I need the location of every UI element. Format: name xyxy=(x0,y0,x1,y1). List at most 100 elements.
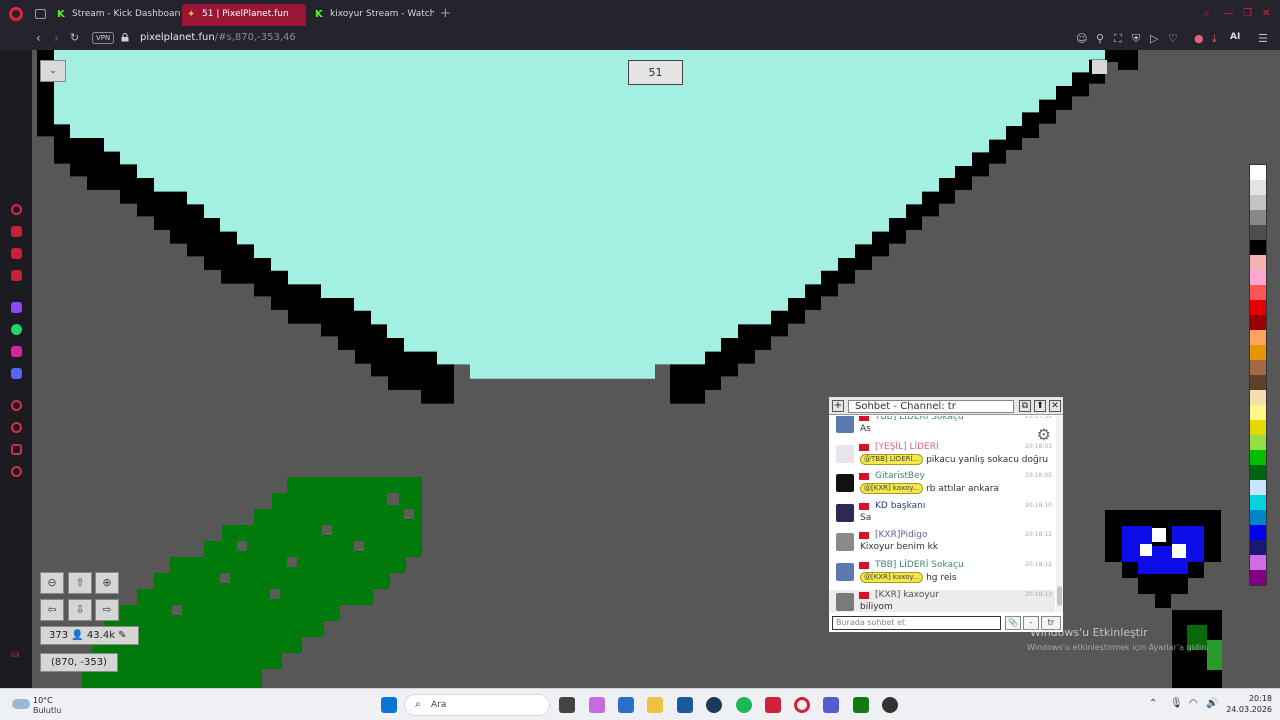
palette-swatch[interactable] xyxy=(1250,255,1266,270)
chat-username[interactable]: GitaristBey xyxy=(875,471,925,481)
tab-kick-dashboard[interactable]: K Stream - Kick Dashboard xyxy=(52,4,180,26)
reload-icon[interactable]: ↻ xyxy=(70,31,79,44)
palette-swatch[interactable] xyxy=(1250,375,1266,390)
aria-icon[interactable] xyxy=(11,204,22,215)
emoji-icon[interactable]: ☺ xyxy=(1076,32,1087,45)
palette-swatch[interactable] xyxy=(1250,465,1266,480)
palette-swatch[interactable] xyxy=(1250,510,1266,525)
chat-username[interactable]: TBB] LİDERİ Sokaçu xyxy=(875,560,964,570)
tray-expand-icon[interactable]: ⌃ xyxy=(1149,698,1157,709)
palette-swatch[interactable] xyxy=(1250,540,1266,555)
outlook-icon[interactable] xyxy=(618,697,634,713)
history-icon[interactable] xyxy=(11,422,22,433)
menu-icon[interactable]: ☰ xyxy=(1258,32,1268,45)
chat-username[interactable]: [KXR] kaxoyur xyxy=(875,590,939,600)
move-down-button[interactable]: ⇩ xyxy=(68,599,92,621)
play-icon[interactable]: ▷ xyxy=(1150,32,1158,45)
chat-message-list[interactable]: TBB] LİDERİ Sokaçu 20:17:59 As [YEŞİL] LİDE… xyxy=(829,416,1055,612)
palette-swatch[interactable] xyxy=(1250,450,1266,465)
gx-icon[interactable] xyxy=(11,270,22,281)
shield-icon[interactable]: ⛨ xyxy=(1132,32,1140,46)
workspaces-icon[interactable] xyxy=(35,9,46,19)
steam-icon[interactable] xyxy=(706,697,722,713)
account-icon[interactable]: ● xyxy=(1194,32,1204,45)
app-icon[interactable] xyxy=(882,697,898,713)
search-tabs-icon[interactable]: ⌕ xyxy=(1204,8,1210,19)
attach-icon[interactable]: 📎 xyxy=(1005,616,1021,630)
chat-input[interactable]: Burada sohbet et xyxy=(832,616,1001,630)
chat-message[interactable]: [KXR] kaxoyur 20:18:13 biliyom xyxy=(829,589,1055,612)
maximize-chat-button[interactable]: ⬆ xyxy=(1034,400,1046,412)
new-tab-button[interactable]: + xyxy=(440,6,451,21)
palette-swatch[interactable] xyxy=(1250,300,1266,315)
player-icon[interactable] xyxy=(11,400,22,411)
zoom-in-button[interactable]: ⊕ xyxy=(95,572,119,594)
aria-ai-button[interactable]: AI xyxy=(1230,32,1240,42)
chat-message[interactable]: [YEŞİL] LİDERİ 20:18:03 @TBB] LİDERİ... pi… xyxy=(829,442,1055,472)
file-explorer-icon[interactable] xyxy=(647,697,663,713)
palette-swatch[interactable] xyxy=(1250,360,1266,375)
extensions-icon[interactable] xyxy=(11,444,22,455)
palette-swatch[interactable] xyxy=(1250,480,1266,495)
color-palette[interactable] xyxy=(1249,164,1267,586)
download-icon[interactable]: ⤓ xyxy=(1212,32,1217,46)
whatsapp-icon[interactable] xyxy=(11,324,22,335)
collapse-menu-button[interactable]: ⌄ xyxy=(40,60,66,82)
volume-icon[interactable]: 🔊 xyxy=(1206,698,1218,709)
palette-swatch[interactable] xyxy=(1250,570,1266,585)
pixel-canvas[interactable]: ⌄ 51 ⊖ ⇧ ⊕ ⇦ ⇩ ⇨ 373 👤 43.4k ✎ (870, -35… xyxy=(32,50,1280,688)
settings-icon[interactable] xyxy=(11,466,22,477)
chat-scrollbar[interactable] xyxy=(1056,416,1063,612)
mention-tag[interactable]: @[KXR] kaxoy... xyxy=(860,483,924,495)
chat-message[interactable]: TBB] LİDERİ Sokaçu 20:17:59 As xyxy=(829,416,1055,442)
close-window-button[interactable]: ✕ xyxy=(1262,8,1270,19)
wifi-icon[interactable]: ◠ xyxy=(1189,698,1198,709)
move-right-button[interactable]: ⇨ xyxy=(95,599,119,621)
maximize-button[interactable]: ❐ xyxy=(1243,8,1252,19)
palette-swatch[interactable] xyxy=(1250,555,1266,570)
clock[interactable]: 20:18 24.03.2026 xyxy=(1226,693,1272,715)
palette-swatch[interactable] xyxy=(1250,315,1266,330)
windows-start-icon[interactable] xyxy=(381,697,397,713)
palette-swatch[interactable] xyxy=(1250,240,1266,255)
opera-menu-icon[interactable] xyxy=(9,7,23,21)
url-field[interactable]: pixelplanet.fun/#s,870,-353,46 xyxy=(140,32,296,43)
copilot-icon[interactable] xyxy=(589,697,605,713)
chat-settings-icon[interactable]: ⚙ xyxy=(1037,425,1051,444)
coordinates-box[interactable]: (870, -353) xyxy=(40,653,118,672)
messenger-icon[interactable] xyxy=(11,248,22,259)
chat-message[interactable]: GitaristBey 20:18:05 @[KXR] kaxoy... rb at… xyxy=(829,471,1055,501)
task-view-icon[interactable] xyxy=(559,697,575,713)
store-icon[interactable] xyxy=(677,697,693,713)
add-channel-button[interactable]: + xyxy=(832,400,844,412)
chat-username[interactable]: KD başkanı xyxy=(875,501,925,511)
minimize-button[interactable]: — xyxy=(1224,8,1234,19)
tab-kixoyur-stream[interactable]: K kixoyur Stream - Watch Li xyxy=(310,4,434,26)
chat-message[interactable]: KD başkanı 20:18:10 Sa xyxy=(829,501,1055,531)
gx-control-icon[interactable]: GX xyxy=(11,650,22,661)
chat-username[interactable]: [YEŞİL] LİDERİ xyxy=(875,442,939,452)
chat-username[interactable]: [KXR]Pidigo xyxy=(875,530,928,540)
palette-swatch[interactable] xyxy=(1250,420,1266,435)
pin-icon[interactable]: ⚲ xyxy=(1096,32,1104,45)
spotify-icon[interactable] xyxy=(736,697,752,713)
mention-tag[interactable]: @TBB] LİDERİ... xyxy=(860,453,924,465)
back-icon[interactable]: ‹ xyxy=(36,31,41,45)
chat-message[interactable]: TBB] LİDERİ Sokaçu 20:18:12 @[KXR] kaxoy..… xyxy=(829,560,1055,590)
mention-tag[interactable]: @[KXR] kaxoy... xyxy=(860,572,924,583)
palette-swatch[interactable] xyxy=(1250,285,1266,300)
palette-swatch[interactable] xyxy=(1250,525,1266,540)
move-left-button[interactable]: ⇦ xyxy=(40,599,64,621)
bag-icon[interactable] xyxy=(11,226,22,237)
palette-swatch[interactable] xyxy=(1250,435,1266,450)
forward-icon[interactable]: › xyxy=(54,31,59,45)
palette-swatch[interactable] xyxy=(1250,180,1266,195)
snapshot-icon[interactable]: ⛶ xyxy=(1114,32,1122,46)
palette-swatch[interactable] xyxy=(1250,195,1266,210)
vpn-badge[interactable]: VPN xyxy=(92,32,115,44)
popout-button[interactable]: ⧉ xyxy=(1019,400,1031,412)
palette-swatch[interactable] xyxy=(1250,330,1266,345)
chat-header[interactable]: + Sohbet - Channel: tr ⧉ ⬆ ✕ xyxy=(829,397,1063,415)
palette-swatch[interactable] xyxy=(1250,225,1266,240)
taskbar-search[interactable]: ⌕ Ara xyxy=(404,694,550,716)
